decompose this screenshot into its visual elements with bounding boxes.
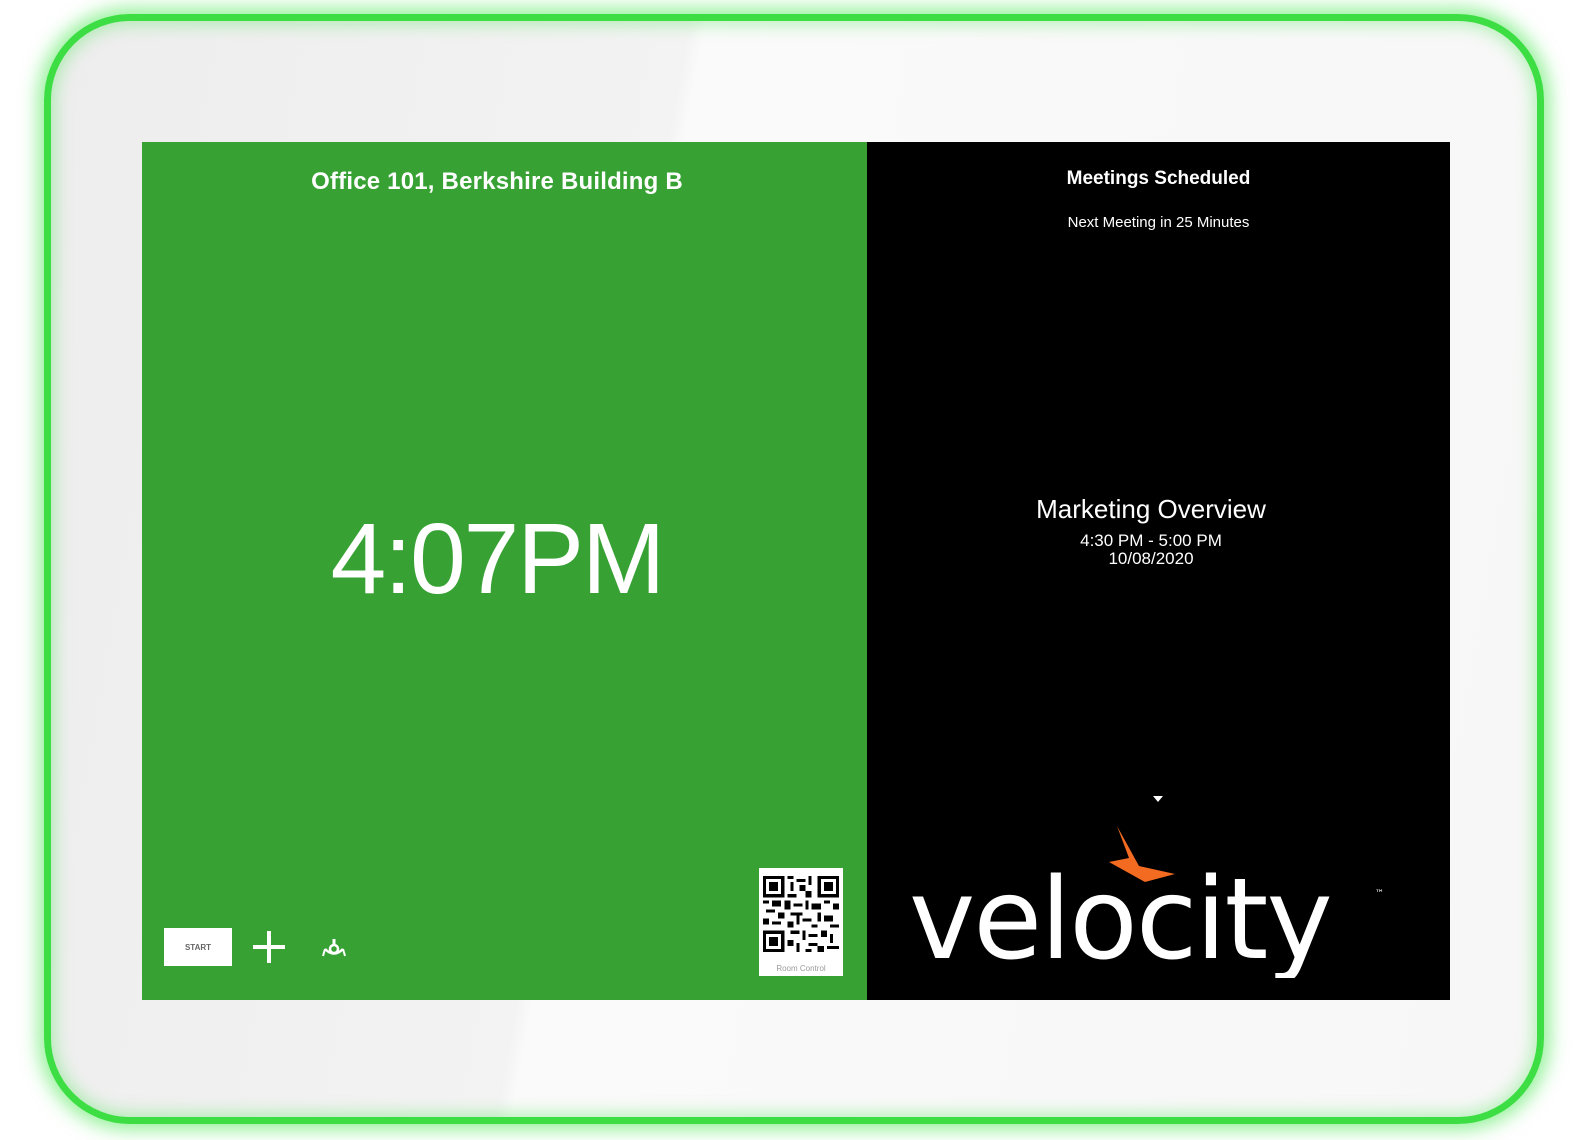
room-status-panel: Office 101, Berkshire Building B 4:07PM … [142, 142, 867, 1000]
room-control-button[interactable] [320, 936, 348, 962]
touch-panel-screen: Office 101, Berkshire Building B 4:07PM … [142, 142, 1450, 1000]
meeting-time: 4:30 PM - 5:00 PM [1080, 531, 1222, 550]
room-control-icon [322, 939, 346, 957]
next-meeting-countdown: Next Meeting in 25 Minutes [1067, 214, 1250, 231]
start-button-label: START [184, 942, 212, 952]
room-name: Office 101, Berkshire Building B [311, 168, 683, 195]
expand-caret-button[interactable] [1151, 792, 1165, 802]
start-button[interactable]: START [164, 928, 232, 966]
current-time: 4:07PM [330, 503, 666, 615]
tablet-stage: Office 101, Berkshire Building B 4:07PM … [0, 0, 1580, 1140]
schedule-panel: Meetings Scheduled Next Meeting in 25 Mi… [867, 142, 1450, 1000]
logo-wordmark: velocity [909, 855, 1331, 978]
qr-code-icon [763, 876, 839, 952]
velocity-logo: velocity ™ [909, 826, 1384, 978]
add-meeting-button[interactable] [250, 928, 288, 966]
plus-icon [253, 931, 285, 963]
meeting-title[interactable]: Marketing Overview [867, 494, 1435, 525]
meeting-date: 10/08/2020 [1108, 549, 1194, 568]
logo-trademark: ™ [1375, 889, 1384, 899]
qr-caption: Room Control [776, 964, 826, 973]
meetings-header: Meetings Scheduled [1066, 168, 1251, 189]
room-control-qr-code[interactable]: Room Control [759, 868, 843, 976]
caret-down-icon [1153, 796, 1163, 802]
